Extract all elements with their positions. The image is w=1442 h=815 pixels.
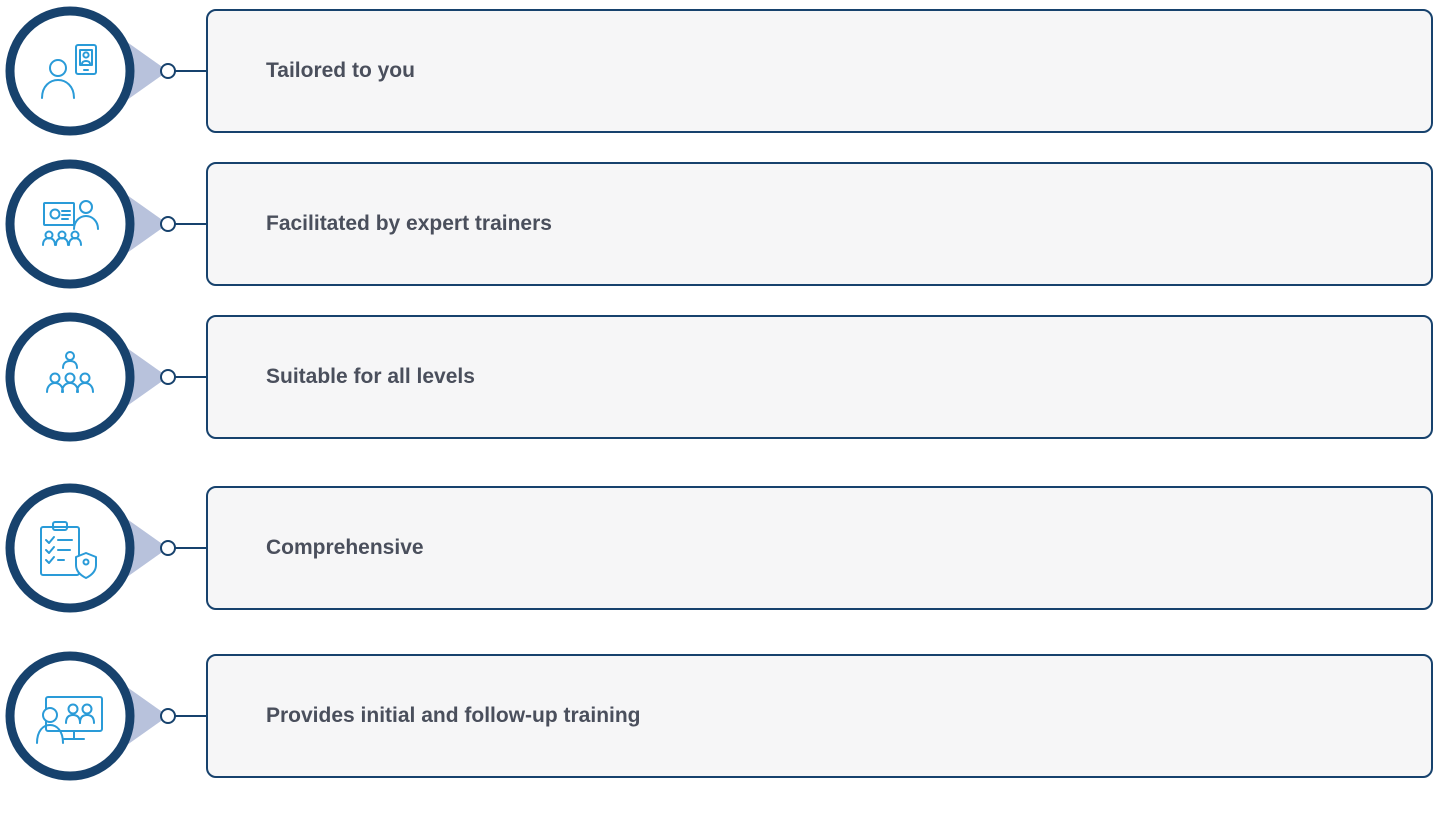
feature-card: Comprehensive <box>206 486 1433 610</box>
connector-node <box>160 369 176 385</box>
feature-label: Tailored to you <box>266 59 415 82</box>
feature-label: Facilitated by expert trainers <box>266 212 552 235</box>
icon-ring <box>5 483 135 613</box>
feature-label: Provides initial and follow-up training <box>266 704 641 727</box>
icon-ring <box>5 6 135 136</box>
connector-graphic <box>5 483 206 613</box>
connector-graphic <box>5 159 206 289</box>
feature-row-2: Facilitated by expert trainers <box>0 153 1442 323</box>
connector-graphic <box>5 6 206 136</box>
icon-ring <box>5 312 135 442</box>
connector-node <box>160 216 176 232</box>
feature-row-1: Tailored to you <box>0 0 1442 170</box>
connector-graphic <box>5 651 206 781</box>
feature-label: Suitable for all levels <box>266 365 475 388</box>
feature-card: Facilitated by expert trainers <box>206 162 1433 286</box>
connector-node <box>160 540 176 556</box>
feature-row-5: Provides initial and follow-up training <box>0 645 1442 815</box>
feature-row-4: Comprehensive <box>0 477 1442 647</box>
connector-graphic <box>5 312 206 442</box>
feature-card: Provides initial and follow-up training <box>206 654 1433 778</box>
feature-row-3: Suitable for all levels <box>0 306 1442 476</box>
feature-card: Tailored to you <box>206 9 1433 133</box>
connector-node <box>160 708 176 724</box>
feature-card: Suitable for all levels <box>206 315 1433 439</box>
feature-label: Comprehensive <box>266 536 424 559</box>
connector-node <box>160 63 176 79</box>
